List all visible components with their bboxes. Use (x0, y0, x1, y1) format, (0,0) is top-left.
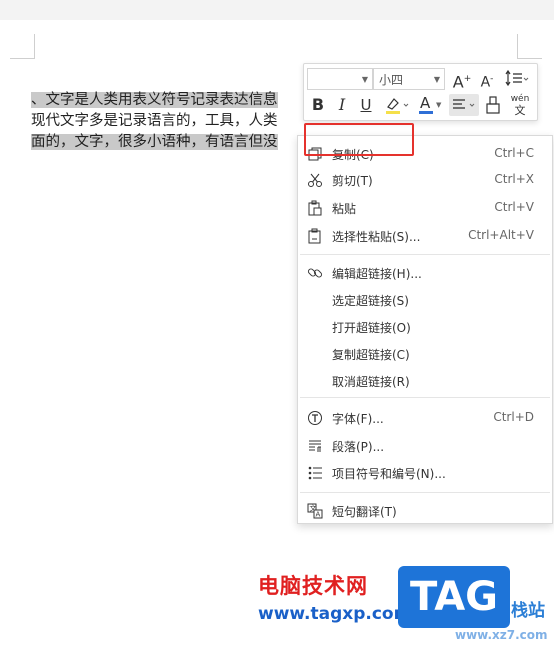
svg-text:A: A (316, 511, 321, 519)
page-corner-mark-left (10, 34, 35, 59)
menu-item-label: 取消超链接(R) (332, 375, 410, 389)
menu-item-paste-special[interactable]: 选择性粘贴(S)... Ctrl+Alt+V (298, 223, 552, 249)
italic-icon: I (338, 95, 346, 114)
menu-item-label: 段落(P)... (332, 440, 385, 454)
italic-button[interactable]: I (332, 94, 352, 116)
align-button[interactable] (449, 94, 479, 116)
underline-button[interactable]: U (356, 94, 376, 116)
underline-icon: U (360, 96, 372, 114)
font-icon (308, 411, 322, 425)
chevron-down-icon: ▼ (436, 101, 442, 109)
bold-icon: B (311, 95, 325, 114)
bullet-list-icon (308, 466, 322, 480)
menu-item-remove-hyperlink[interactable]: 取消超链接(R) (298, 368, 552, 394)
menu-item-label: 短句翻译(T) (332, 505, 397, 519)
watermark-right-url: www.xz7.com (455, 628, 548, 642)
scissors-icon (308, 173, 322, 187)
chevron-down-icon: ▼ (361, 75, 368, 84)
paste-special-icon (308, 228, 321, 244)
highlighter-icon (386, 98, 409, 114)
menu-item-select-hyperlink[interactable]: 选定超链接(S) (298, 287, 552, 313)
paragraph-icon (309, 440, 321, 452)
menu-item-label: 字体(F)... (332, 412, 384, 426)
grow-font-button[interactable]: A+ (452, 68, 472, 92)
selected-text[interactable]: 面的，文字，很多小语种，有语言但没 (31, 134, 278, 150)
menu-item-label: 打开超链接(O) (332, 321, 411, 335)
paste-icon (308, 200, 322, 216)
menu-item-paste[interactable]: 粘贴 Ctrl+V (298, 195, 552, 221)
translate-icon: 文A (307, 503, 323, 519)
mini-toolbar: ▼ 小四 ▼ A+ A- B I U A ▼ wén 文 (303, 63, 538, 121)
font-name-select[interactable]: ▼ (307, 68, 373, 90)
menu-item-shortcut: Ctrl+Alt+V (468, 228, 534, 242)
menu-item-open-hyperlink[interactable]: 打开超链接(O) (298, 314, 552, 340)
menu-item-label: 复制超链接(C) (332, 348, 410, 362)
menu-item-shortcut: Ctrl+X (494, 172, 534, 186)
highlight-annotation-box (304, 123, 414, 156)
menu-item-shortcut: Ctrl+C (494, 146, 534, 160)
line-spacing-button[interactable] (502, 68, 530, 90)
phonetic-guide-button[interactable]: wén 文 (508, 94, 532, 116)
font-size-select[interactable]: 小四 ▼ (373, 68, 445, 90)
menu-item-translate[interactable]: 文A 短句翻译(T) (298, 498, 552, 524)
line-spacing-icon (505, 69, 529, 87)
menu-item-label: 项目符号和编号(N)... (332, 467, 446, 481)
menu-item-bullets-numbering[interactable]: 项目符号和编号(N)... (298, 460, 552, 486)
menu-item-label: 粘贴 (332, 202, 357, 216)
menu-separator (300, 397, 550, 398)
watermark-logo: TAG (398, 566, 510, 628)
menu-item-label: 剪切(T) (332, 174, 373, 188)
watermark-url: www.tagxp.com (258, 604, 412, 624)
phonetic-guide-icon: wén (510, 94, 530, 104)
page-corner-mark-right (517, 34, 542, 59)
shrink-font-icon: A (480, 74, 491, 91)
menu-item-shortcut: Ctrl+D (493, 410, 534, 424)
window-top-strip (0, 0, 554, 20)
menu-item-shortcut: Ctrl+V (494, 200, 534, 214)
menu-item-edit-hyperlink[interactable]: 编辑超链接(H)... (298, 260, 552, 286)
menu-item-label: 选择性粘贴(S)... (332, 230, 421, 244)
link-icon (307, 268, 323, 278)
text-run[interactable]: 现代文字多是记录语言的，工具，人类 (31, 113, 278, 129)
grow-font-icon: A (452, 72, 464, 92)
watermark-right-text: 栈站 (511, 601, 545, 621)
menu-item-font[interactable]: 字体(F)... Ctrl+D (298, 405, 552, 431)
menu-item-label: 编辑超链接(H)... (332, 267, 422, 281)
menu-item-copy-hyperlink[interactable]: 复制超链接(C) (298, 341, 552, 367)
watermark-site-name: 电脑技术网 (258, 574, 368, 598)
menu-item-label: 选定超链接(S) (332, 294, 409, 308)
shrink-font-button[interactable]: A- (477, 68, 497, 91)
context-menu: 复制(C) Ctrl+C 剪切(T) Ctrl+X 粘贴 Ctrl+V 选择性粘… (297, 135, 553, 524)
highlight-color-button[interactable] (382, 94, 412, 116)
font-color-bar (419, 111, 433, 114)
format-painter-button[interactable] (484, 94, 504, 116)
menu-separator (300, 254, 550, 255)
menu-item-paragraph[interactable]: 段落(P)... (298, 433, 552, 459)
menu-separator (300, 492, 550, 493)
menu-item-cut[interactable]: 剪切(T) Ctrl+X (298, 167, 552, 193)
chevron-down-icon: ▼ (433, 75, 440, 84)
selected-text[interactable]: 、文字是人类用表义符号记录表达信息 (31, 92, 278, 108)
font-size-value: 小四 (379, 73, 404, 87)
bold-button[interactable]: B (308, 94, 328, 116)
format-painter-icon (486, 96, 500, 114)
align-left-icon (453, 99, 475, 109)
font-color-button[interactable]: A ▼ (416, 94, 446, 116)
